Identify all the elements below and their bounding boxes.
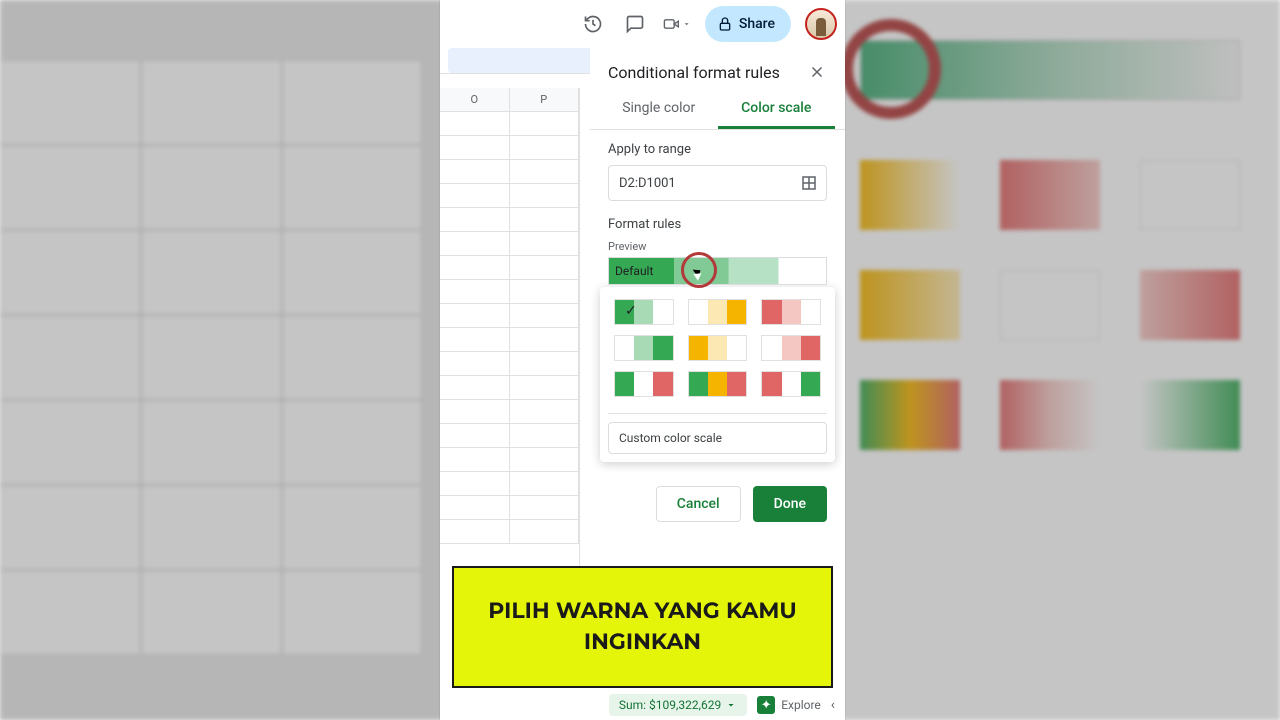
tab-color-scale[interactable]: Color scale [718, 90, 836, 129]
color-scale-option[interactable] [688, 299, 748, 325]
color-scale-option[interactable] [761, 299, 821, 325]
close-icon[interactable] [807, 62, 827, 82]
color-scale-option[interactable] [688, 335, 748, 361]
grid-icon[interactable] [800, 174, 818, 192]
column-header[interactable]: P [510, 88, 580, 111]
divider [608, 413, 827, 414]
share-label: Share [739, 16, 775, 32]
tabs: Single color Color scale [590, 90, 845, 130]
column-header[interactable]: O [440, 88, 510, 111]
explore-label: Explore [781, 698, 821, 712]
color-scale-option[interactable] [688, 371, 748, 397]
format-rules-label: Format rules [608, 217, 827, 232]
history-icon[interactable] [579, 10, 607, 38]
caption-overlay: PILIH WARNA YANG KAMU INGINKAN [452, 566, 833, 688]
top-toolbar: Share [440, 0, 845, 48]
tab-single-color[interactable]: Single color [600, 90, 718, 129]
color-scale-option[interactable] [761, 371, 821, 397]
apply-range-label: Apply to range [608, 142, 827, 157]
spreadsheet-grid: O P [440, 88, 580, 568]
app-viewport: Share O P Conditional format rul [440, 0, 845, 720]
preview-dropdown[interactable]: Default [608, 257, 827, 285]
color-scale-option[interactable] [614, 371, 674, 397]
color-scale-option[interactable]: ✓ [614, 299, 674, 325]
done-button[interactable]: Done [753, 486, 827, 522]
check-icon: ✓ [625, 303, 637, 319]
avatar[interactable] [805, 8, 837, 40]
color-scale-option[interactable] [761, 335, 821, 361]
share-button[interactable]: Share [705, 6, 791, 42]
cancel-button[interactable]: Cancel [656, 486, 741, 522]
comment-icon[interactable] [621, 10, 649, 38]
sum-value: Sum: $109,322,629 [619, 698, 721, 712]
range-value: D2:D1001 [619, 176, 800, 191]
range-input[interactable]: D2:D1001 [608, 165, 827, 201]
color-scale-option[interactable] [614, 335, 674, 361]
panel-title: Conditional format rules [608, 63, 780, 82]
cursor-icon [693, 266, 704, 278]
status-bar: Sum: $109,322,629 ✦ Explore ‹ [440, 690, 845, 720]
sum-chip[interactable]: Sum: $109,322,629 [609, 694, 747, 716]
explore-icon: ✦ [757, 696, 775, 714]
meet-icon[interactable] [663, 10, 691, 38]
custom-color-scale-button[interactable]: Custom color scale [608, 422, 827, 454]
preview-text: Default [615, 264, 653, 278]
preview-label: Preview [590, 240, 845, 253]
explore-button[interactable]: ✦ Explore [757, 696, 821, 714]
chevron-left-icon[interactable]: ‹ [831, 697, 835, 713]
color-scale-dropdown: ✓ Custom color scale [600, 287, 835, 462]
